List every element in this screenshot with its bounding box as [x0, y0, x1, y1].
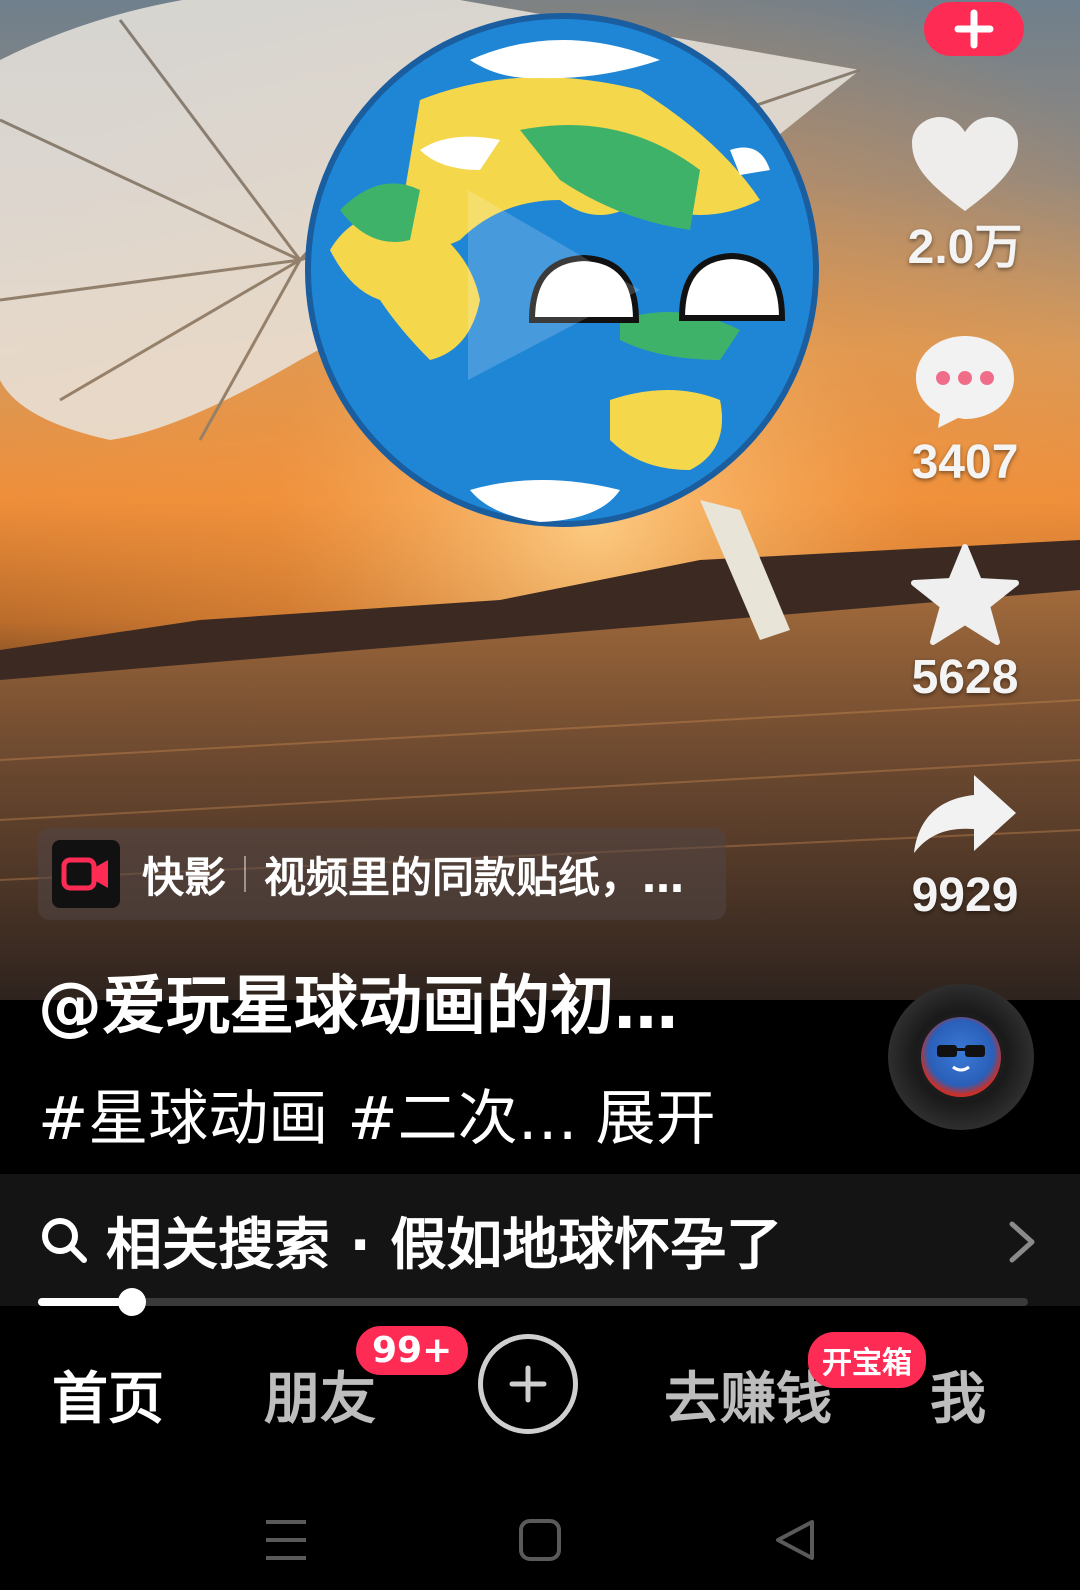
heart-icon	[912, 117, 1018, 211]
system-navigation-bar	[0, 1490, 1080, 1590]
bottom-tab-bar: 首页 朋友 99+ 去赚钱 开宝箱 我	[0, 1318, 1080, 1458]
related-search-bar[interactable]: 相关搜索 · 假如地球怀孕了	[0, 1174, 1080, 1306]
earn-badge: 开宝箱	[808, 1332, 926, 1388]
back-triangle-icon[interactable]	[772, 1518, 816, 1562]
friends-badge: 99+	[356, 1326, 469, 1375]
author-name[interactable]: @爱玩星球动画的初…	[38, 955, 678, 1047]
search-icon	[42, 1218, 87, 1263]
like-count: 2.0万	[907, 221, 1023, 274]
sticker-tag[interactable]: 快影 视频里的同款贴纸，…	[38, 828, 726, 920]
sunglasses-face-icon	[937, 1045, 985, 1072]
music-disc[interactable]	[888, 984, 1034, 1130]
progress-knob[interactable]	[118, 1288, 147, 1316]
comment-count: 3407	[911, 436, 1019, 489]
hashtags-text[interactable]: #星球动画 #二次…	[38, 1084, 578, 1154]
favorite-count: 5628	[911, 651, 1019, 704]
share-arrow-icon	[914, 775, 1016, 853]
tab-me[interactable]: 我	[930, 1354, 986, 1435]
add-button[interactable]	[478, 1334, 578, 1434]
home-square-icon[interactable]	[518, 1518, 562, 1562]
video-progress-bar[interactable]	[38, 1288, 1028, 1316]
sticker-app-name: 快影	[142, 852, 227, 902]
menu-icon[interactable]	[264, 1518, 308, 1562]
star-icon	[911, 544, 1019, 645]
share-count: 9929	[911, 869, 1019, 922]
chevron-right-icon	[1009, 1221, 1035, 1263]
comment-bubble-icon	[916, 336, 1014, 428]
music-avatar	[921, 1017, 1001, 1097]
share-action[interactable]: 9929	[905, 758, 1025, 924]
tab-earn[interactable]: 去赚钱	[664, 1354, 832, 1435]
expand-button[interactable]: 展开	[596, 1084, 716, 1154]
plus-icon	[954, 9, 994, 49]
sticker-text: 视频里的同款贴纸，…	[264, 852, 685, 902]
follow-button[interactable]	[924, 2, 1024, 56]
comment-action[interactable]: 3407	[905, 325, 1025, 491]
video-camera-icon	[61, 857, 108, 891]
caption-hashtags[interactable]: #星球动画 #二次… 展开	[38, 1070, 716, 1157]
add-icon	[509, 1365, 547, 1403]
earth-character	[305, 13, 819, 527]
tab-friends[interactable]: 朋友	[264, 1354, 376, 1435]
related-search-text: 相关搜索 · 假如地球怀孕了	[106, 1212, 783, 1278]
tab-home[interactable]: 首页	[52, 1354, 164, 1435]
kuaiying-logo	[52, 840, 120, 908]
like-action[interactable]: 2.0万	[905, 110, 1025, 276]
favorite-action[interactable]: 5628	[905, 540, 1025, 706]
sticker-divider	[244, 856, 247, 892]
